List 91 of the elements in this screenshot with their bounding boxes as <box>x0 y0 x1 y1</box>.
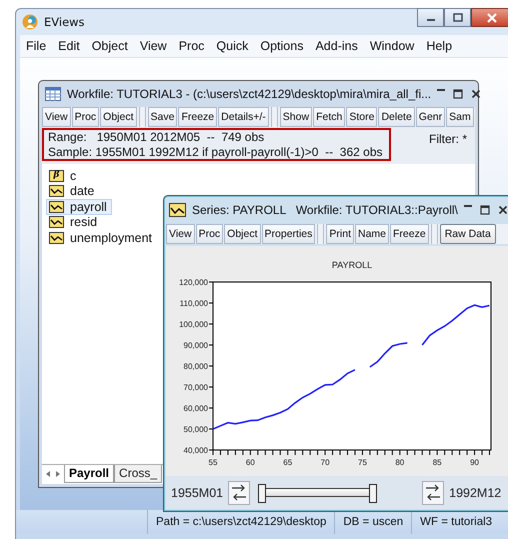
minimize-button[interactable] <box>417 8 444 27</box>
close-icon <box>487 12 497 22</box>
x-tick-label: 75 <box>358 458 367 467</box>
toolbar-button[interactable]: Properties <box>262 224 316 244</box>
toolbar-button[interactable]: Sam <box>446 107 474 127</box>
y-tick-label: 90,000 <box>184 341 208 350</box>
coefficient-icon: β <box>49 170 64 182</box>
y-tick <box>208 344 214 346</box>
toolbar-button[interactable]: View <box>166 224 195 244</box>
raw-data-button[interactable]: Raw Data <box>440 224 496 244</box>
object-item[interactable]: unemployment <box>46 230 157 246</box>
maximize-icon <box>453 89 464 99</box>
object-item[interactable]: β c <box>46 168 82 184</box>
window-title: Series: PAYROLL Workfile: TUTORIAL3::Payroll\ <box>192 203 458 217</box>
y-tick-label: 40,000 <box>184 446 208 455</box>
object-item[interactable]: date <box>46 184 100 199</box>
series-icon <box>49 216 64 228</box>
maximize-icon <box>452 13 462 22</box>
start-date-field[interactable]: 1955M01 <box>168 486 226 500</box>
toolbar-button[interactable]: Name <box>354 224 389 244</box>
y-tick <box>208 428 214 430</box>
x-tick-label: 85 <box>432 458 442 467</box>
y-tick-label: 110,000 <box>180 299 208 308</box>
toolbar-button[interactable]: Freeze <box>178 107 218 127</box>
toolbar-button[interactable]: Object <box>224 224 261 244</box>
series-icon <box>49 232 64 244</box>
toolbar-button[interactable]: View <box>42 107 71 127</box>
series-icon <box>169 203 186 217</box>
menu-item[interactable]: Window <box>364 39 420 53</box>
range-text: Range: 1950M01 2012M05 -- 749 obs <box>48 130 266 144</box>
toolbar-button[interactable]: Print <box>326 224 354 244</box>
x-tick-label: 90 <box>470 458 479 467</box>
toolbar-button[interactable]: Proc <box>196 224 224 244</box>
close-button[interactable] <box>471 8 508 27</box>
object-item[interactable]: payroll <box>46 199 112 214</box>
menu-item[interactable]: File <box>20 39 52 53</box>
chart-title: PAYROLL <box>332 260 372 270</box>
close-icon <box>498 205 508 215</box>
menu-item[interactable]: Edit <box>52 39 86 53</box>
y-tick-label: 70,000 <box>184 383 208 392</box>
swap-arrows-icon[interactable] <box>422 480 444 504</box>
toolbar-button[interactable]: Genr <box>416 107 446 127</box>
sheet-tab[interactable]: Payroll <box>64 465 114 483</box>
minimize-icon <box>464 205 472 207</box>
filter-text: Filter: * <box>428 132 467 146</box>
end-date-field[interactable]: 1992M12 <box>446 486 504 500</box>
sheet-tab[interactable]: Cross_ <box>114 465 162 483</box>
toolbar-separator <box>430 224 438 244</box>
app-icon <box>22 14 38 30</box>
toolbar-button[interactable]: Object <box>100 107 137 127</box>
menu-item[interactable]: Quick <box>210 39 254 53</box>
menu-item[interactable]: View <box>134 39 173 53</box>
series-icon <box>49 185 64 198</box>
toolbar-button[interactable]: Delete <box>378 107 415 127</box>
maximize-button[interactable] <box>444 8 471 27</box>
x-tick-label: 80 <box>395 458 404 467</box>
table-icon <box>45 87 61 101</box>
menu-item[interactable]: Proc <box>172 39 210 53</box>
y-tick-label: 120,000 <box>179 278 208 287</box>
toolbar-separator <box>317 224 324 244</box>
toolbar-button[interactable]: Freeze <box>390 224 429 244</box>
menu-item[interactable]: Options <box>254 39 310 53</box>
toolbar-button[interactable]: Details+/- <box>218 107 269 127</box>
swap-arrows-icon[interactable] <box>228 480 250 504</box>
toolbar-button[interactable]: Proc <box>72 107 100 127</box>
y-tick-label: 100,000 <box>179 320 208 329</box>
y-tick <box>208 386 214 388</box>
menu-item[interactable]: Help <box>420 39 458 53</box>
x-tick-label: 70 <box>320 458 330 467</box>
toolbar-button[interactable]: Store <box>346 107 378 127</box>
menu-item[interactable]: Object <box>86 39 134 53</box>
x-tick-label: 65 <box>283 458 292 467</box>
close-icon <box>471 89 482 99</box>
series-icon <box>49 200 64 213</box>
maximize-icon <box>480 205 490 215</box>
toolbar-button[interactable]: Fetch <box>313 107 346 127</box>
sample-text: Sample: 1955M01 1992M12 if payroll-payroll(-1)>0 -- 362 obs <box>48 144 384 160</box>
toolbar-button[interactable]: Show <box>280 107 312 127</box>
menu-item[interactable]: Add-ins <box>309 39 364 53</box>
window-title: Workfile: TUTORIAL3 - (c:\users\zct42129\desktop\mira\mira_all_fi... <box>67 87 432 101</box>
object-item[interactable]: resid <box>46 214 102 230</box>
window-title: EViews <box>44 15 85 29</box>
x-tick-label: 55 <box>208 458 218 467</box>
minimize-icon <box>437 89 446 91</box>
y-tick <box>208 302 214 304</box>
y-tick-label: 60,000 <box>184 404 208 413</box>
toolbar-button[interactable]: Save <box>148 107 178 127</box>
y-tick-label: 80,000 <box>184 362 208 371</box>
scroll-arrows-icon[interactable] <box>44 469 62 479</box>
x-tick-label: 60 <box>246 458 255 467</box>
y-tick-label: 50,000 <box>184 425 208 434</box>
